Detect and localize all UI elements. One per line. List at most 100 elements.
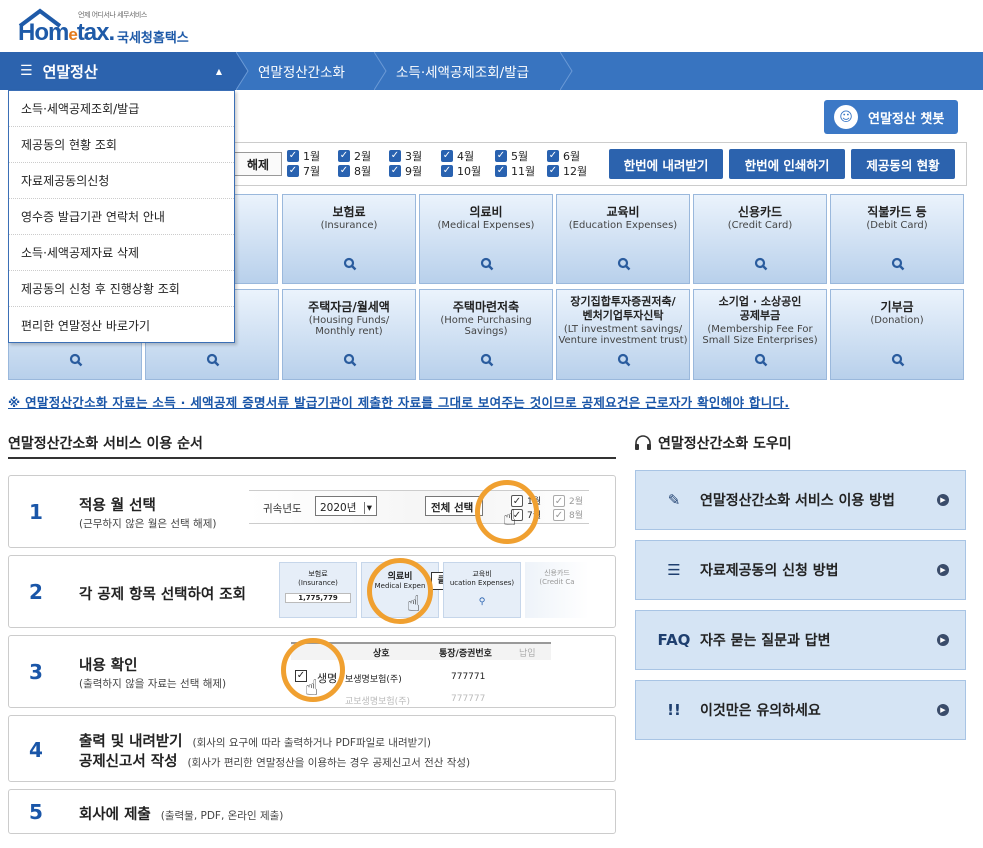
highlight-ring (367, 558, 433, 624)
month-checkbox-8[interactable]: ✓ 8월 (338, 164, 371, 178)
consent-status-button[interactable]: 제공동의 현황 (851, 149, 955, 179)
checkbox-checked-icon: ✓ (338, 150, 350, 162)
search-icon (754, 257, 768, 271)
menu-item-issuer-contacts[interactable]: 영수증 발급기관 연락처 안내 (9, 199, 234, 235)
step-1-card: 1 적용 월 선택 (근무하지 않은 월은 선택 해제) 귀속년도 2020년 … (8, 475, 616, 548)
chatbot-label: 연말정산 챗봇 (868, 111, 945, 127)
month-checkbox-2[interactable]: ✓ 2월 (338, 149, 371, 163)
helper-faq-button[interactable]: FAQ 자주 묻는 질문과 답변 ▶ (635, 610, 966, 670)
step-title: 적용 월 선택 (79, 498, 156, 514)
search-icon (480, 257, 494, 271)
month-checkbox-3[interactable]: ✓ 3월 (389, 149, 422, 163)
step-2-card: 2 각 공제 항목 선택하여 조회 보험료 (Insurance) 1,775,7… (8, 555, 616, 628)
breadcrumb-item-1[interactable]: 연말정산간소화 (258, 52, 345, 90)
download-all-button[interactable]: 한번에 내려받기 (609, 149, 723, 179)
search-icon (891, 353, 905, 367)
menu-label: 연말정산 (42, 62, 98, 81)
chevron-down-icon: ▾ (363, 502, 373, 514)
notice-text: ※ 연말정산간소화 자료는 소득 · 세액공제 증명서류 발급기관이 제출한 자… (8, 395, 790, 410)
month-checkbox-7[interactable]: ✓ 7월 (287, 164, 320, 178)
step-subtitle: (출력하지 않을 자료는 선택 해제) (79, 678, 227, 690)
checkbox-checked-icon: ✓ (338, 165, 350, 177)
checkbox-checked-icon: ✓ (389, 165, 401, 177)
menu-item-consent-status[interactable]: 제공동의 현황 조회 (9, 127, 234, 163)
mini-credit-card: 신용카드 (Credit Ca (525, 562, 589, 618)
deduction-card-r1-4[interactable]: 신용카드 (Credit Card) (693, 194, 827, 284)
search-icon (617, 353, 631, 367)
helper-usage-guide-button[interactable]: ✎ 연말정산간소화 서비스 이용 방법 ▶ (635, 470, 966, 530)
step-title: 회사에 제출 (출력물, PDF, 온라인 제출) (79, 807, 284, 823)
deduction-card-r2-4[interactable]: 장기집합투자증권저축/ 벤처기업투자신탁 (LT investment savin… (556, 289, 690, 380)
document-pen-icon: ✎ (667, 491, 681, 509)
breadcrumb-item-2[interactable]: 소득·세액공제조회/발급 (396, 52, 529, 90)
hamburger-icon: ☰ (20, 63, 33, 79)
month-checkbox-1[interactable]: ✓ 1월 (287, 149, 320, 163)
hometax-logo[interactable]: 언제 어디서나 세무서비스 Hometax. 국세청홈택스 (14, 6, 204, 46)
month-checkbox-6[interactable]: ✓ 6월 (547, 149, 580, 163)
checkbox-checked-icon: ✓ (495, 150, 507, 162)
month-checkbox-11[interactable]: ✓ 11월 (495, 164, 535, 178)
menu-item-deduction-inquiry[interactable]: 소득·세액공제조회/발급 (9, 91, 234, 127)
menu-item-consent-progress[interactable]: 제공동의 신청 후 진행상황 조회 (9, 271, 234, 307)
arrow-right-icon: ▶ (937, 634, 949, 646)
breadcrumb-separator-icon (236, 52, 249, 90)
month-checkbox-5[interactable]: ✓ 5월 (495, 149, 528, 163)
pointer-hand-icon: ☝ (503, 506, 517, 531)
deduction-card-r1-3[interactable]: 교육비 (Education Expenses) (556, 194, 690, 284)
deduction-card-r1-1[interactable]: 보험료 (Insurance) (282, 194, 416, 284)
steps-section-title: 연말정산간소화 서비스 이용 순서 (8, 433, 616, 459)
menu-item-easy-settlement[interactable]: 편리한 연말정산 바로가기 (9, 307, 234, 343)
search-icon (617, 257, 631, 271)
pointer-hand-icon: ☝ (407, 592, 421, 617)
step-number: 4 (29, 738, 43, 762)
search-icon (480, 353, 494, 367)
headset-icon (635, 435, 651, 450)
breadcrumb-separator-icon (374, 52, 387, 90)
checkbox-checked-icon: ✓ (441, 165, 453, 177)
deduction-card-r2-2[interactable]: 주택자금/월세액 (Housing Funds/ Monthly rent) (282, 289, 416, 380)
print-all-button[interactable]: 한번에 인쇄하기 (729, 149, 845, 179)
deduction-card-r1-5[interactable]: 직불카드 등 (Debit Card) (830, 194, 964, 284)
arrow-right-icon: ▶ (937, 564, 949, 576)
step-title: 내용 확인 (79, 658, 138, 674)
step-4-card: 4 출력 및 내려받기 (회사의 요구에 따라 출력하거나 PDF파일로 내려받기… (8, 715, 616, 782)
checkbox-checked-icon: ✓ (287, 165, 299, 177)
menu-toggle-button[interactable]: ☰ 연말정산 ▲ (0, 52, 236, 90)
step-3-card: 3 내용 확인 (출력하지 않을 자료는 선택 해제) 상호 통장/증권번호 납… (8, 635, 616, 708)
search-icon (69, 353, 83, 367)
year-select: 2020년 ▾ (315, 496, 377, 516)
clear-selection-button[interactable]: 해제 (234, 152, 282, 176)
search-icon (343, 353, 357, 367)
deduction-card-r2-5[interactable]: 소기업 · 소상공인 공제부금 (Membership Fee For Small… (693, 289, 827, 380)
deduction-card-r2-6[interactable]: 기부금 (Donation) (830, 289, 964, 380)
logo-wordmark: Hometax. (18, 19, 115, 46)
arrow-right-icon: ▶ (937, 494, 949, 506)
mini-education-card: 교육비 ucation Expenses) ⚲ (443, 562, 521, 618)
step-number: 5 (29, 800, 43, 824)
menu-item-consent-request[interactable]: 자료제공동의신청 (9, 163, 234, 199)
checkbox-checked-icon: ✓ (547, 165, 559, 177)
month-checkbox-4[interactable]: ✓ 4월 (441, 149, 474, 163)
site-header: 언제 어디서나 세무서비스 Hometax. 국세청홈택스 (0, 0, 983, 50)
checkbox-checked-icon: ✓ (287, 150, 299, 162)
month-2-check: ✓ 2월 (553, 495, 584, 507)
checkbox-checked-icon: ✓ (547, 150, 559, 162)
chatbot-button[interactable]: ☺ 연말정산 챗봇 (824, 100, 958, 134)
search-icon (206, 353, 220, 367)
deduction-card-r1-2[interactable]: 의료비 (Medical Expenses) (419, 194, 553, 284)
breadcrumb-separator-icon (560, 52, 573, 90)
checkbox-checked-icon: ✓ (495, 165, 507, 177)
month-checkbox-9[interactable]: ✓ 9월 (389, 164, 422, 178)
menu-item-delete-data[interactable]: 소득·세액공제자료 삭제 (9, 235, 234, 271)
document-icon: ☰ (667, 561, 681, 579)
deduction-card-r2-3[interactable]: 주택마련저축 (Home Purchasing Savings) (419, 289, 553, 380)
menu-dropdown: 소득·세액공제조회/발급 제공동의 현황 조회 자료제공동의신청 영수증 발급기… (8, 90, 235, 343)
search-icon (343, 257, 357, 271)
month-checkbox-12[interactable]: ✓ 12월 (547, 164, 587, 178)
step-5-card: 5 회사에 제출 (출력물, PDF, 온라인 제출) (8, 789, 616, 834)
search-icon (891, 257, 905, 271)
helper-consent-guide-button[interactable]: ☰ 자료제공동의 신청 방법 ▶ (635, 540, 966, 600)
year-label: 귀속년도 (263, 503, 302, 515)
month-checkbox-10[interactable]: ✓ 10월 (441, 164, 481, 178)
helper-cautions-button[interactable]: !! 이것만은 유의하세요 ▶ (635, 680, 966, 740)
